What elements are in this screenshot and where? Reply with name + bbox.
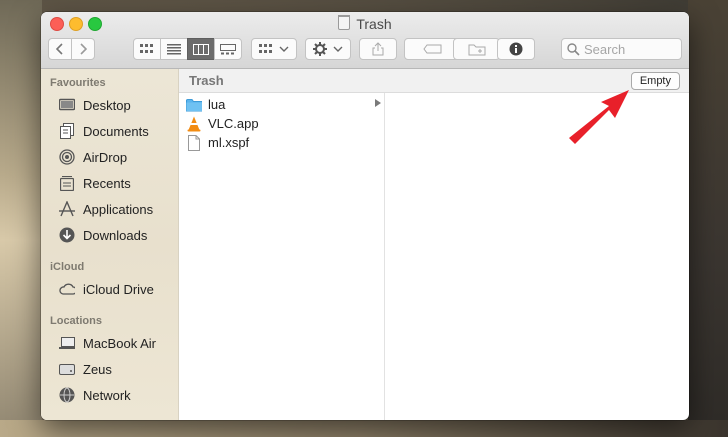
- sidebar-item-icloud-drive[interactable]: iCloud Drive: [41, 277, 178, 301]
- sidebar-item-network[interactable]: Network: [41, 383, 178, 407]
- annotation-arrow-icon: [569, 90, 629, 144]
- new-folder-button[interactable]: [453, 38, 500, 60]
- search-input[interactable]: [584, 41, 674, 57]
- sidebar-section-icloud: iCloud: [50, 261, 85, 273]
- gallery-icon: [220, 43, 236, 54]
- document-icon: [186, 134, 202, 151]
- window-title: Trash: [41, 15, 689, 32]
- sidebar-item-label: Desktop: [83, 97, 131, 113]
- sidebar-item-downloads[interactable]: Downloads: [41, 223, 178, 247]
- columns-icon: [193, 43, 209, 55]
- sidebar-item-applications[interactable]: Applications: [41, 197, 178, 221]
- tag-icon: [422, 44, 441, 54]
- desktop-icon: [59, 97, 75, 113]
- sidebar-item-label: iCloud Drive: [83, 281, 154, 297]
- chevron-right-icon: [80, 43, 87, 55]
- search-icon: [567, 42, 580, 56]
- chevron-down-icon: [333, 46, 343, 52]
- share-icon: [372, 42, 384, 56]
- nav-buttons: [48, 38, 95, 60]
- desktop-background-left: [0, 0, 42, 437]
- globe-icon: [59, 387, 75, 403]
- airdrop-icon: [59, 149, 75, 165]
- file-name: ml.xspf: [208, 135, 250, 150]
- sidebar-item-zeus[interactable]: Zeus: [41, 357, 178, 381]
- chevron-left-icon: [56, 43, 63, 55]
- sidebar-item-recents[interactable]: Recents: [41, 171, 178, 195]
- view-mode-group: [133, 38, 242, 60]
- titlebar: Trash: [41, 12, 689, 69]
- forward-button[interactable]: [71, 38, 95, 60]
- grid-icon: [259, 44, 272, 53]
- list-view-button[interactable]: [160, 38, 188, 60]
- sidebar-item-label: Recents: [83, 175, 131, 191]
- get-info-button[interactable]: [497, 38, 535, 60]
- grid-icon: [140, 44, 153, 53]
- sidebar-item-macbook-air[interactable]: MacBook Air: [41, 331, 178, 355]
- empty-trash-button[interactable]: Empty: [630, 72, 680, 90]
- sidebar: Favourites Desktop Documents AirDrop Rec…: [41, 69, 179, 420]
- cloud-icon: [59, 281, 75, 297]
- sidebar-item-label: Network: [83, 387, 131, 403]
- laptop-icon: [59, 335, 75, 351]
- desktop-background-right: [688, 0, 728, 437]
- icon-view-button[interactable]: [133, 38, 161, 60]
- file-name: VLC.app: [208, 116, 259, 131]
- finder-window: Trash Search Favourites Desktop Document…: [41, 12, 689, 420]
- folder-title: Trash: [189, 73, 224, 88]
- sidebar-item-airdrop[interactable]: AirDrop: [41, 145, 178, 169]
- applications-icon: [59, 201, 75, 217]
- trash-icon: [338, 15, 351, 30]
- sidebar-item-label: AirDrop: [83, 149, 128, 165]
- file-row-vlc[interactable]: VLC.app: [179, 114, 384, 133]
- vlc-icon: [186, 116, 202, 132]
- recents-icon: [59, 175, 75, 191]
- sidebar-item-label: Zeus: [83, 361, 112, 377]
- info-icon: [509, 42, 523, 56]
- downloads-icon: [59, 227, 75, 243]
- action-button[interactable]: [305, 38, 351, 60]
- sidebar-item-label: Documents: [83, 123, 149, 139]
- window-title-text: Trash: [356, 16, 392, 32]
- desktop-background-bottom: [0, 420, 728, 437]
- sidebar-section-locations: Locations: [50, 315, 102, 327]
- search-field[interactable]: [561, 38, 682, 60]
- group-by-button[interactable]: [251, 38, 297, 60]
- back-button[interactable]: [48, 38, 72, 60]
- documents-icon: [59, 123, 75, 139]
- file-column: lua VLC.app ml.xspf: [179, 93, 385, 420]
- gear-icon: [313, 42, 327, 56]
- sidebar-item-label: Applications: [83, 201, 154, 217]
- list-icon: [167, 43, 181, 54]
- sidebar-section-favourites: Favourites: [50, 77, 106, 89]
- sidebar-item-label: Downloads: [83, 227, 148, 243]
- file-name: lua: [208, 97, 226, 112]
- sidebar-item-documents[interactable]: Documents: [41, 119, 178, 143]
- gallery-view-button[interactable]: [214, 38, 242, 60]
- file-row-lua[interactable]: lua: [179, 95, 384, 114]
- chevron-down-icon: [279, 46, 289, 52]
- disclosure-arrow-icon: [375, 99, 381, 107]
- folder-icon: [186, 97, 202, 113]
- drive-icon: [59, 361, 75, 377]
- sidebar-item-label: MacBook Air: [83, 335, 156, 351]
- new-folder-icon: [468, 44, 485, 55]
- column-view-button[interactable]: [187, 38, 215, 60]
- share-button[interactable]: [359, 38, 397, 60]
- sidebar-item-desktop[interactable]: Desktop: [41, 93, 178, 117]
- file-row-xspf[interactable]: ml.xspf: [179, 133, 384, 152]
